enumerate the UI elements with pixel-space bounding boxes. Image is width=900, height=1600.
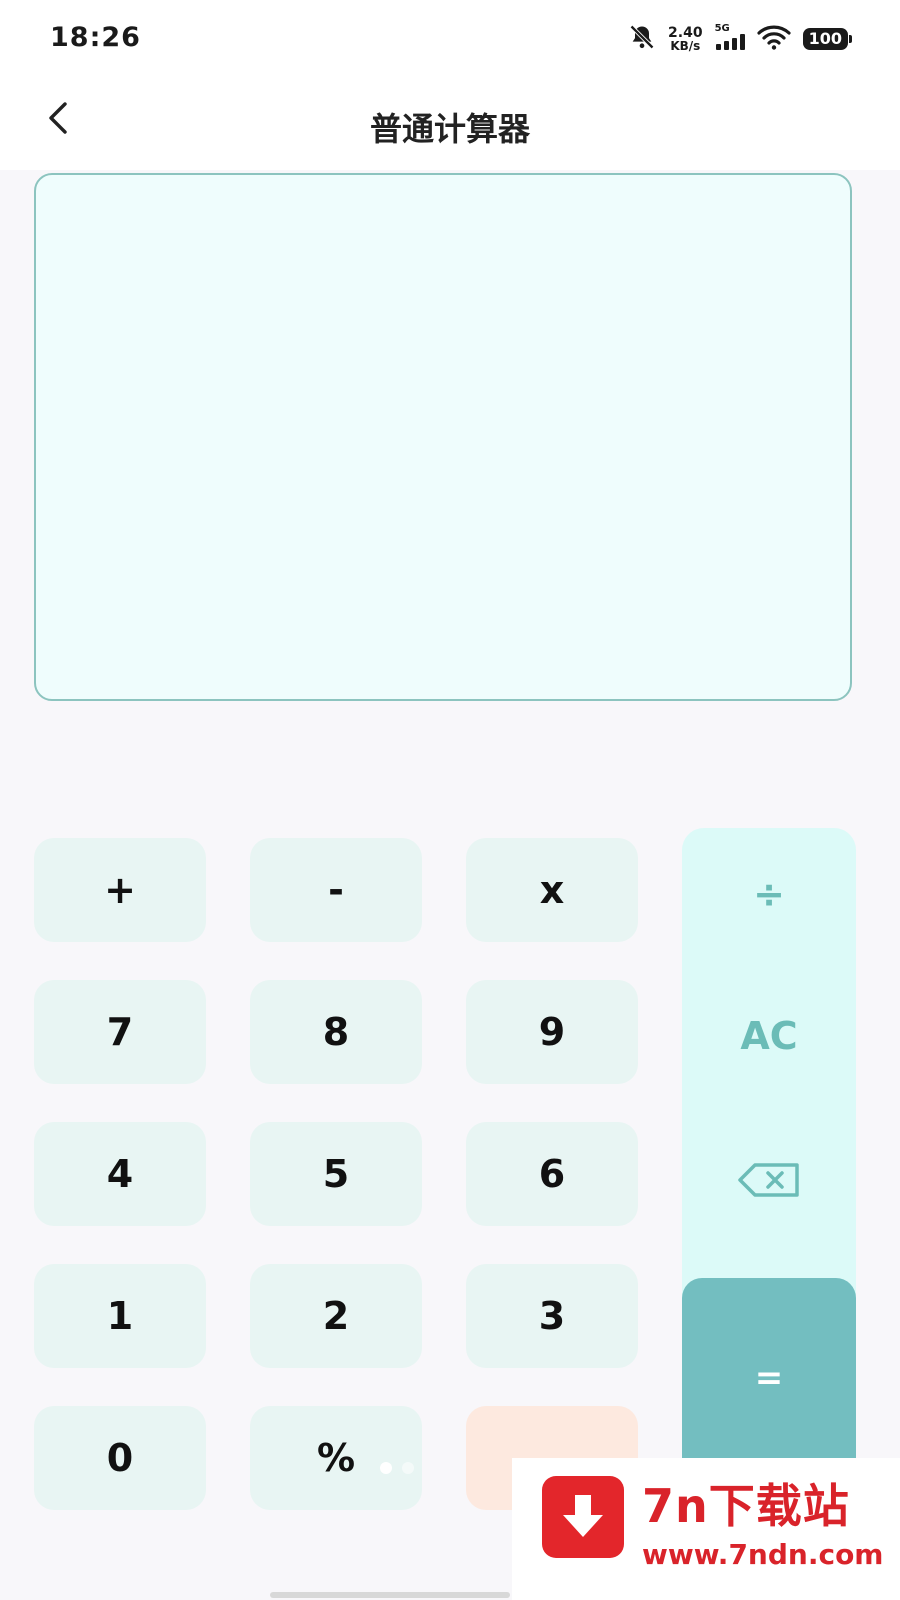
page-dot [380,1462,392,1474]
digit-8-button[interactable]: 8 [250,980,422,1084]
plus-button[interactable]: + [34,838,206,942]
digit-6-button[interactable]: 6 [466,1122,638,1226]
multiply-button[interactable]: x [466,838,638,942]
watermark-url: www.7ndn.com [642,1538,884,1571]
app-header: 普通计算器 [0,78,900,170]
calculator-display [34,173,852,701]
watermark-name: 7n下载站 [642,1479,850,1533]
digit-3-button[interactable]: 3 [466,1264,638,1368]
watermark: 7n下载站 www.7ndn.com [512,1458,900,1600]
minus-button[interactable]: - [250,838,422,942]
digit-4-button[interactable]: 4 [34,1122,206,1226]
divide-button[interactable]: ÷ [682,834,856,954]
page-indicator [380,1462,414,1474]
status-bar: 18:26 2.40 KB/s 5G 100 [0,0,900,78]
digit-9-button[interactable]: 9 [466,980,638,1084]
digit-2-button[interactable]: 2 [250,1264,422,1368]
download-logo-icon [542,1476,624,1558]
battery-icon: 100 [802,28,852,50]
battery-level: 100 [802,28,848,50]
battery-tip [849,35,852,43]
equals-button[interactable]: = [682,1278,856,1478]
bell-muted-icon [628,23,656,55]
net-speed-value: 2.40 [668,25,703,41]
backspace-icon [737,1162,801,1207]
status-time: 18:26 [50,22,141,53]
clear-button[interactable]: AC [682,976,856,1096]
net-speed: 2.40 KB/s [668,26,703,52]
digit-7-button[interactable]: 7 [34,980,206,1084]
digit-0-button[interactable]: 0 [34,1406,206,1510]
backspace-button[interactable] [682,1124,856,1244]
digit-1-button[interactable]: 1 [34,1264,206,1368]
network-type: 5G [714,23,730,34]
page-dot [402,1462,414,1474]
home-indicator[interactable] [270,1592,510,1598]
page-title: 普通计算器 [369,110,530,148]
wifi-icon [756,24,791,54]
cellular-signal: 5G [715,24,745,54]
digit-5-button[interactable]: 5 [250,1122,422,1226]
net-speed-unit: KB/s [670,39,701,53]
signal-icon [715,34,745,54]
status-icons: 2.40 KB/s 5G 100 [628,24,852,54]
percent-button[interactable]: % [250,1406,422,1510]
